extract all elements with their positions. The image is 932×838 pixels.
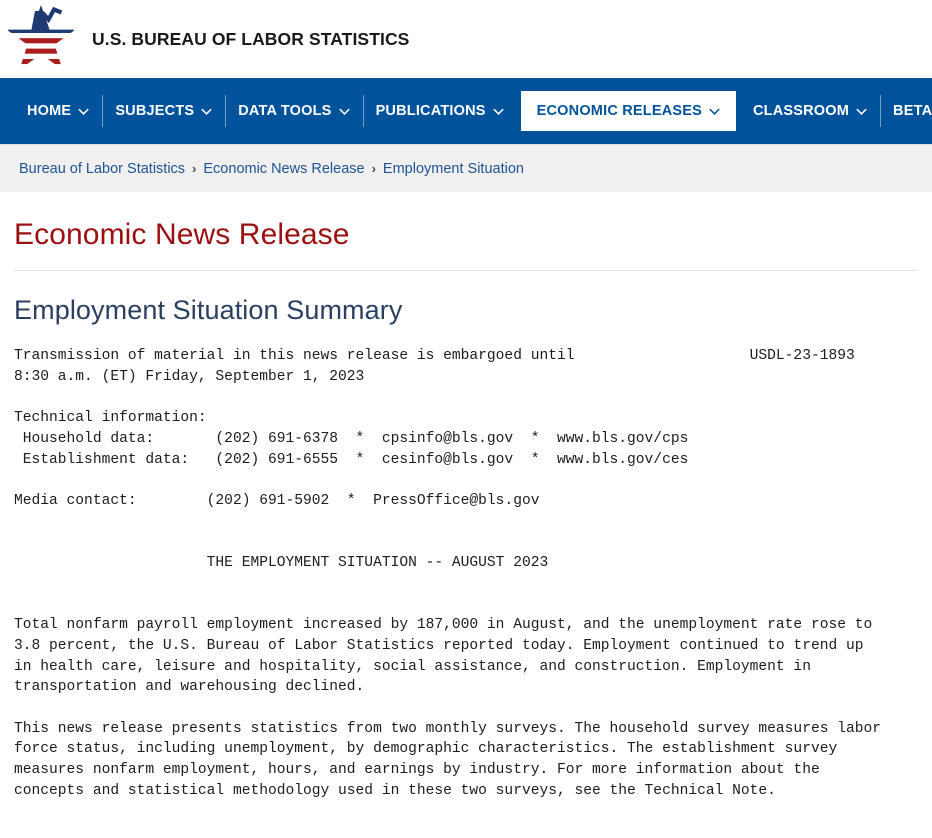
agency-name: U.S. BUREAU OF LABOR STATISTICS [92, 28, 410, 49]
nav-item-label: CLASSROOM [752, 103, 850, 119]
bls-star-chart-logo-icon[interactable] [6, 3, 76, 75]
primary-navigation: HOME SUBJECTS DATA TOOLS PUBLICATIONS EC… [0, 78, 932, 144]
breadcrumb-separator-icon: › [192, 161, 197, 176]
release-heading: Employment Situation Summary [14, 295, 403, 325]
nav-item-publications[interactable]: PUBLICATIONS [362, 91, 517, 131]
main-content: Economic News Release Employment Situati… [0, 218, 932, 801]
nav-item-label: ECONOMIC RELEASES [536, 103, 702, 119]
nav-item-subjects[interactable]: SUBJECTS [102, 91, 225, 131]
nav-item-classroom[interactable]: CLASSROOM [740, 91, 880, 131]
chevron-down-icon [78, 106, 90, 117]
breadcrumb-separator-icon: › [371, 161, 376, 176]
chevron-down-icon [338, 106, 350, 117]
nav-item-home[interactable]: HOME [14, 91, 102, 131]
nav-item-beta[interactable]: BETA [880, 91, 932, 131]
nav-item-label: SUBJECTS [115, 103, 195, 119]
chevron-down-icon [856, 106, 867, 117]
nav-item-label: BETA [893, 103, 932, 119]
chevron-down-icon [201, 106, 212, 117]
site-masthead: U.S. BUREAU OF LABOR STATISTICS [0, 0, 932, 78]
nav-item-label: HOME [27, 103, 72, 119]
news-release-body: Transmission of material in this news re… [14, 348, 882, 799]
nav-item-label: DATA TOOLS [238, 103, 332, 119]
chevron-down-icon [709, 106, 720, 117]
nav-item-economic-releases[interactable]: ECONOMIC RELEASES [520, 91, 736, 131]
nav-item-label: PUBLICATIONS [375, 103, 486, 119]
breadcrumb-item-employment-situation[interactable]: Employment Situation [383, 161, 524, 177]
nav-item-data-tools[interactable]: DATA TOOLS [225, 91, 362, 131]
breadcrumb-item-bureau-of-labor-statistics[interactable]: Bureau of Labor Statistics [19, 161, 185, 177]
page-title: Economic News Release [14, 218, 918, 271]
breadcrumb: Bureau of Labor Statistics › Economic Ne… [0, 144, 932, 192]
breadcrumb-item-economic-news-release[interactable]: Economic News Release [203, 161, 364, 177]
chevron-down-icon [492, 106, 504, 117]
